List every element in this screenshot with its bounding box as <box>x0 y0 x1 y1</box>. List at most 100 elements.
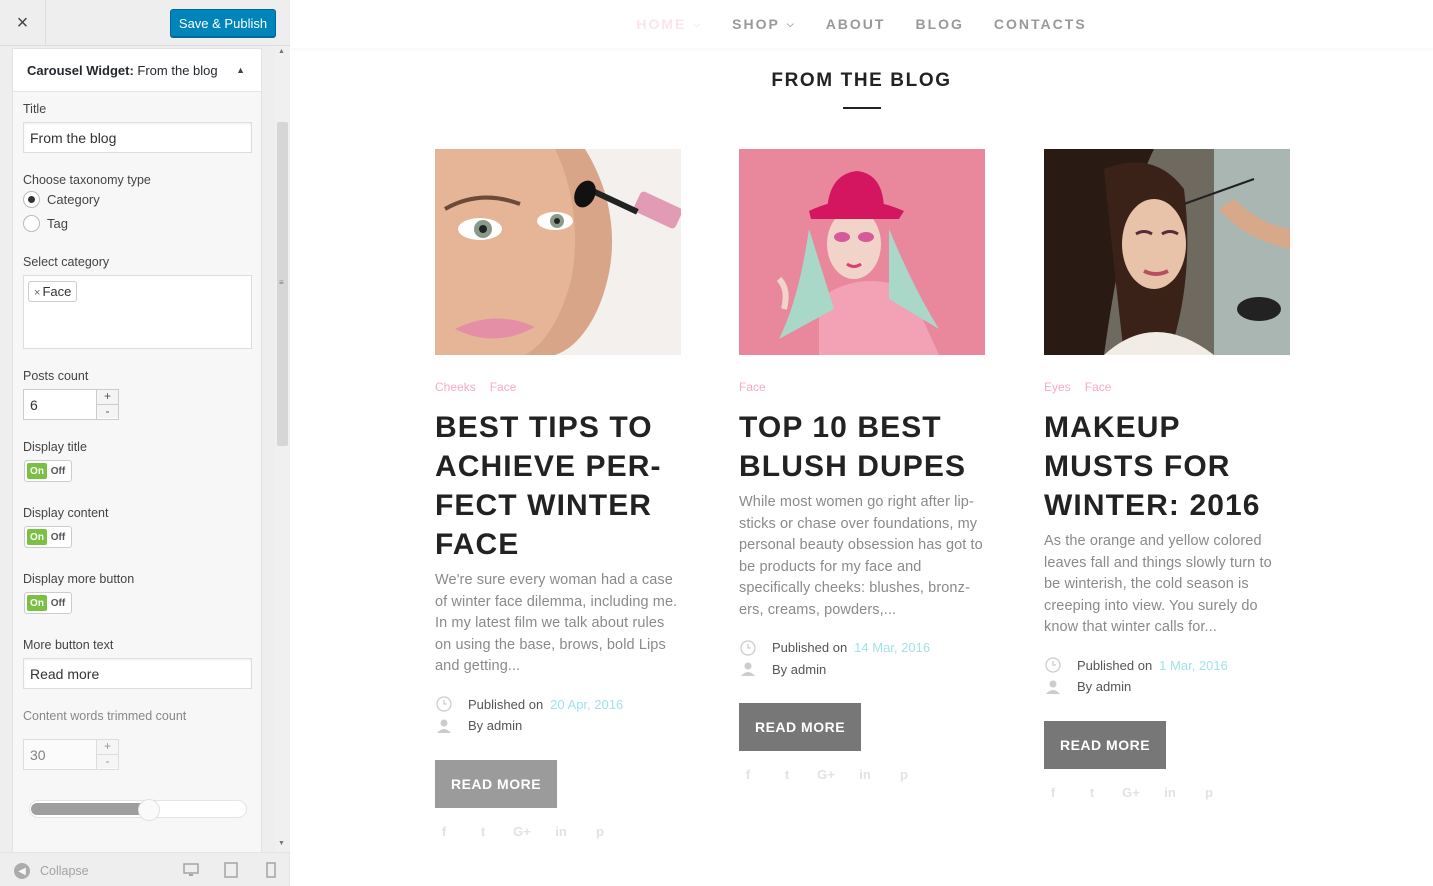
read-more-button[interactable]: READ MORE <box>435 759 557 808</box>
post-image-mascara[interactable] <box>435 149 681 355</box>
trim-count-label: Content words trimmed count <box>23 709 187 723</box>
clock-icon <box>435 695 453 713</box>
collapse-arrow-icon[interactable]: ▲ <box>236 65 245 75</box>
post-author[interactable]: admin <box>791 659 826 681</box>
post-categories: Face <box>739 380 985 394</box>
decrement-button[interactable]: - <box>97 404 118 418</box>
nav-about[interactable]: ABOUT <box>826 16 886 32</box>
published-label: Published on <box>468 696 544 712</box>
post-title[interactable]: BEST TIPS TO ACHIEVE PER-FECT WINTER FAC… <box>435 408 681 564</box>
blog-card: Eyes Face MAKEUP MUSTS FOR WINTER: 2016 A… <box>1044 149 1290 800</box>
chevron-down-icon: ⌵ <box>786 18 796 29</box>
linkedin-icon[interactable]: in <box>1161 785 1179 800</box>
tablet-preview-icon[interactable] <box>223 862 239 878</box>
taxonomy-label: Choose taxonomy type <box>23 173 151 187</box>
google-plus-icon[interactable]: G+ <box>1122 785 1140 800</box>
collapse-button[interactable]: ◀ Collapse <box>14 863 89 879</box>
post-date[interactable]: 14 Mar, 2016 <box>854 637 930 659</box>
trim-count-value: 30 <box>30 747 46 763</box>
pinterest-icon[interactable]: p <box>1200 785 1218 800</box>
scroll-up-icon[interactable]: ▲ <box>278 48 285 55</box>
post-title[interactable]: TOP 10 BEST BLUSH DUPES <box>739 408 985 486</box>
blog-card: Face TOP 10 BEST BLUSH DUPES While most … <box>739 149 985 782</box>
post-image-pink-hat[interactable] <box>739 149 985 355</box>
display-more-label: Display more button <box>23 572 135 586</box>
read-more-button[interactable]: READ MORE <box>1044 720 1166 769</box>
increment-button[interactable]: + <box>97 390 118 404</box>
widget-panel: Carousel Widget: From the blog ▲ Title F… <box>0 46 290 852</box>
post-date[interactable]: 1 Mar, 2016 <box>1159 655 1228 677</box>
post-image-makeup-artist[interactable] <box>1044 149 1290 355</box>
post-title[interactable]: MAKEUP MUSTS FOR WINTER: 2016 <box>1044 408 1290 525</box>
pinterest-icon[interactable]: p <box>895 767 913 782</box>
post-author[interactable]: admin <box>487 715 522 737</box>
section-title: FROM THE BLOG <box>771 70 952 91</box>
radio-checked-icon <box>23 191 40 208</box>
save-publish-button[interactable]: Save & Publish <box>170 9 276 37</box>
nav-about-label: ABOUT <box>825 16 886 32</box>
widget-type: Carousel Widget: <box>27 63 134 78</box>
linkedin-icon[interactable]: in <box>856 767 874 782</box>
customizer-footer: ◀ Collapse <box>0 852 290 886</box>
nav-home[interactable]: HOME ⌵ <box>636 16 702 32</box>
category-link[interactable]: Face <box>1085 380 1112 394</box>
display-title-label: Display title <box>23 440 87 454</box>
category-link[interactable]: Cheeks <box>435 380 476 394</box>
user-icon <box>1044 678 1062 696</box>
facebook-icon[interactable]: f <box>1044 785 1062 800</box>
twitter-icon[interactable]: t <box>474 824 492 839</box>
scroll-grip-icon: ≡ <box>279 278 284 287</box>
title-input[interactable]: From the blog <box>23 122 252 153</box>
sidebar-scrollbar[interactable]: ▲ ≡ ▼ <box>275 46 290 852</box>
google-plus-icon[interactable]: G+ <box>817 767 835 782</box>
more-text-input[interactable]: Read more <box>23 658 252 689</box>
nav-blog-label: BLOG <box>915 16 964 32</box>
desktop-preview-icon[interactable] <box>183 862 199 878</box>
slider-handle[interactable] <box>138 799 160 821</box>
share-icons: f t G+ in p <box>435 824 681 839</box>
radio-tag[interactable]: Tag <box>23 215 68 232</box>
post-meta: Published on 1 Mar, 2016 By admin <box>1044 655 1290 698</box>
remove-tag-icon[interactable]: × <box>34 287 40 299</box>
increment-button[interactable]: + <box>97 740 118 754</box>
facebook-icon[interactable]: f <box>739 767 757 782</box>
share-icons: f t G+ in p <box>739 767 985 782</box>
decrement-button[interactable]: - <box>97 754 118 768</box>
title-underline <box>843 107 881 109</box>
twitter-icon[interactable]: t <box>1083 785 1101 800</box>
google-plus-icon[interactable]: G+ <box>513 824 531 839</box>
published-label: Published on <box>1077 657 1153 673</box>
display-content-toggle[interactable]: On Off <box>24 526 72 548</box>
facebook-icon[interactable]: f <box>435 824 453 839</box>
scroll-down-icon[interactable]: ▼ <box>278 840 285 847</box>
category-tag-label: Face <box>42 284 72 299</box>
read-more-button[interactable]: READ MORE <box>739 703 861 751</box>
twitter-icon[interactable]: t <box>778 767 796 782</box>
chevron-down-icon: ⌵ <box>693 18 703 29</box>
linkedin-icon[interactable]: in <box>552 824 570 839</box>
widget-name: From the blog <box>137 63 218 78</box>
widget-header[interactable]: Carousel Widget: From the blog ▲ <box>13 49 261 92</box>
category-tag[interactable]: × Face <box>28 281 78 302</box>
post-categories: Eyes Face <box>1044 380 1290 394</box>
display-more-toggle[interactable]: On Off <box>24 592 72 614</box>
post-author[interactable]: admin <box>1096 676 1131 698</box>
post-date[interactable]: 20 Apr, 2016 <box>550 694 623 716</box>
share-icons: f t G+ in p <box>1044 785 1290 800</box>
category-link[interactable]: Eyes <box>1044 380 1071 394</box>
by-label: By <box>772 661 788 677</box>
category-select[interactable]: × Face <box>23 275 252 349</box>
radio-category[interactable]: Category <box>23 191 100 208</box>
close-icon[interactable]: × <box>0 0 46 46</box>
nav-blog[interactable]: BLOG <box>915 16 963 32</box>
trim-count-stepper[interactable]: 30 + - <box>23 739 119 770</box>
nav-shop[interactable]: SHOP ⌵ <box>732 16 796 32</box>
nav-contacts[interactable]: CONTACTS <box>994 16 1087 32</box>
posts-count-stepper[interactable]: 6 + - <box>23 389 119 420</box>
mobile-preview-icon[interactable] <box>263 862 279 878</box>
category-link[interactable]: Face <box>490 380 517 394</box>
category-link[interactable]: Face <box>739 380 766 394</box>
pinterest-icon[interactable]: p <box>591 824 609 839</box>
display-title-toggle[interactable]: On Off <box>24 460 72 482</box>
range-slider[interactable] <box>29 799 247 821</box>
